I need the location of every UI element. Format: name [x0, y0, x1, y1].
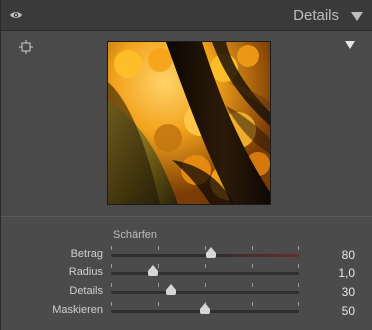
- slider-label: Betrag: [70, 248, 103, 260]
- slider-track[interactable]: [111, 291, 299, 294]
- menu-triangle-icon[interactable]: [345, 41, 355, 49]
- slider-ticks: [111, 264, 299, 268]
- slider-row-details[interactable]: Details 30: [1, 283, 372, 303]
- slider-value[interactable]: 80: [315, 248, 355, 262]
- collapse-triangle-icon[interactable]: [351, 12, 363, 21]
- zoom-preview-image[interactable]: [107, 41, 271, 205]
- autumn-leaves-preview: [108, 42, 270, 204]
- slider-label: Maskieren: [52, 304, 103, 316]
- slider-label: Radius: [68, 266, 103, 278]
- section-title: Schärfen: [113, 229, 158, 241]
- eye-icon[interactable]: [9, 10, 23, 20]
- panel-header[interactable]: Details: [1, 0, 372, 31]
- panel-title: Details: [293, 7, 339, 24]
- slider-label: Details: [69, 285, 103, 297]
- slider-value[interactable]: 50: [315, 304, 355, 318]
- target-crosshair-icon[interactable]: [19, 40, 33, 54]
- slider-value[interactable]: 1,0: [315, 266, 355, 280]
- slider-row-maskieren[interactable]: Maskieren 50: [1, 302, 372, 322]
- slider-row-radius[interactable]: Radius 1,0: [1, 264, 372, 284]
- slider-value[interactable]: 30: [315, 285, 355, 299]
- details-panel: Details Schärfen Betrag 80 Radius 1,0 De…: [0, 0, 372, 330]
- slider-track[interactable]: [111, 272, 299, 275]
- slider-ticks: [111, 246, 299, 250]
- slider-row-betrag[interactable]: Betrag 80: [1, 246, 372, 266]
- slider-track[interactable]: [111, 254, 299, 257]
- slider-ticks: [111, 283, 299, 287]
